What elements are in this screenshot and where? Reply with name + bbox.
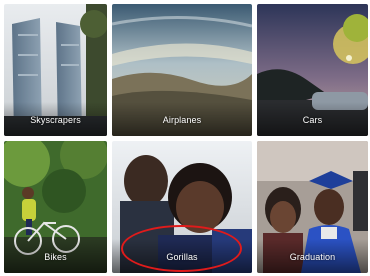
album-label: Bikes — [44, 252, 67, 262]
album-label: Graduation — [289, 252, 336, 262]
album-tile-gorillas[interactable]: Gorillas — [112, 141, 252, 273]
album-label: Skyscrapers — [30, 115, 81, 125]
album-tile-cars[interactable]: Cars — [257, 4, 368, 136]
album-tile-skyscrapers[interactable]: Skyscrapers — [4, 4, 107, 136]
album-tile-airplanes[interactable]: Airplanes — [112, 4, 252, 136]
album-grid: Skyscrapers Airplanes Cars Bikes Gorilla… — [0, 0, 370, 276]
album-label: Cars — [302, 115, 323, 125]
album-label: Gorillas — [166, 252, 198, 262]
album-tile-bikes[interactable]: Bikes — [4, 141, 107, 273]
album-tile-graduation[interactable]: Graduation — [257, 141, 368, 273]
album-label: Airplanes — [162, 115, 202, 125]
